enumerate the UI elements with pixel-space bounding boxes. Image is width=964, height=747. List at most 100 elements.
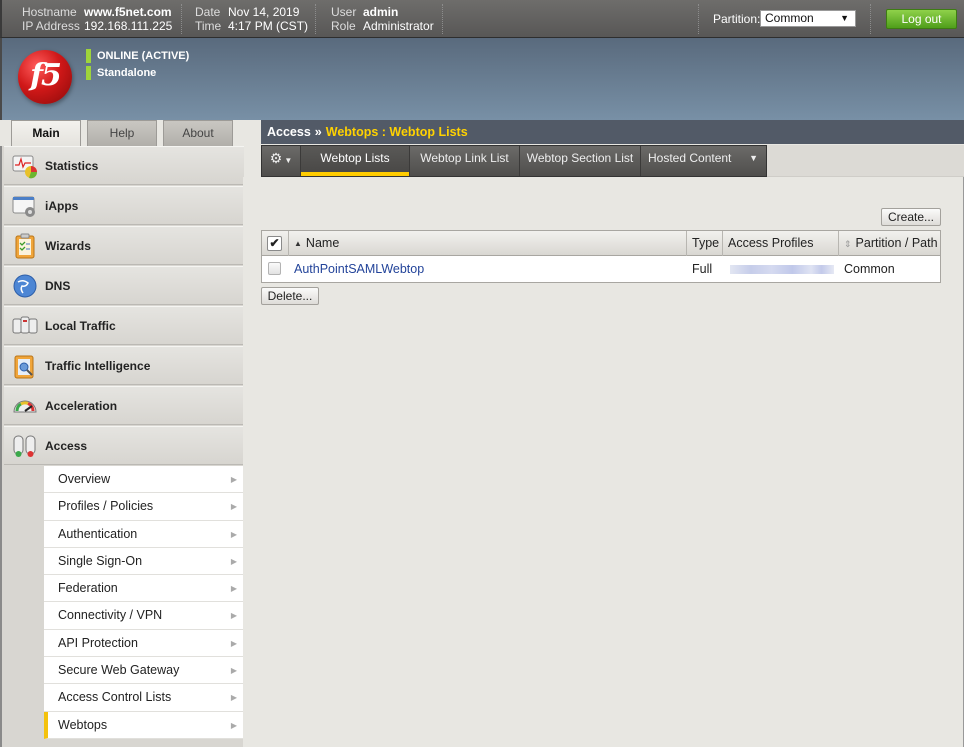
sidebar-item-label: DNS (45, 279, 71, 293)
table-header: ✔ ▲ Name Type Access Profiles ⇕ Partition … (262, 231, 940, 256)
header-banner: f5 ONLINE (ACTIVE) Standalone (0, 38, 964, 120)
row-checkbox[interactable] (268, 262, 281, 275)
subtab-hosted-content[interactable]: Hosted Content ▼ (641, 146, 766, 176)
sidebar-item-label: Local Traffic (45, 319, 116, 333)
sidebar-item-label: Access (45, 439, 88, 453)
webtop-name-link[interactable]: AuthPointSAMLWebtop (294, 262, 424, 276)
access-profiles-cell (723, 256, 839, 282)
time-value: 4:17 PM (CST) (228, 19, 309, 33)
submenu-label: Single Sign-On (58, 553, 143, 568)
subtab-label: Hosted Content (648, 151, 732, 165)
subtab-webtop-section-list[interactable]: Webtop Section List (520, 146, 641, 176)
device-status: ONLINE (ACTIVE) (86, 49, 189, 63)
access-submenu: Overview ▶ Profiles / Policies ▶ Authentic… (44, 466, 243, 739)
submenu-item-federation[interactable]: Federation ▶ (44, 575, 243, 603)
access-icon (13, 435, 36, 457)
hostname-value: www.f5net.com (84, 5, 172, 19)
sidebar-item-wizards[interactable]: Wizards (4, 226, 244, 265)
webtop-list-table: ✔ ▲ Name Type Access Profiles ⇕ Partition … (261, 230, 941, 283)
submenu-label: Access Control Lists (58, 690, 172, 705)
table-row: AuthPointSAMLWebtop Full Common (262, 256, 940, 282)
submenu-item-overview[interactable]: Overview ▶ (44, 466, 243, 494)
user-info: User admin Role Administrator (331, 5, 434, 33)
sidebar-item-iapps[interactable]: iApps (4, 186, 244, 225)
sidebar-item-label: Wizards (45, 239, 91, 253)
chevron-right-icon: ▶ (230, 556, 237, 566)
chevron-right-icon: ▶ (230, 638, 237, 648)
dropdown-arrow-icon: ▼ (840, 13, 849, 23)
breadcrumb-root[interactable]: Access (267, 125, 311, 139)
submenu-label: Webtops (58, 717, 108, 732)
wizards-icon (15, 233, 35, 259)
acceleration-gauge-icon (13, 400, 37, 413)
tab-help[interactable]: Help (87, 120, 157, 146)
time-label: Time (195, 19, 222, 33)
divider (870, 4, 871, 34)
subtab-label: Webtop Link List (420, 151, 509, 165)
submenu-label: Federation (58, 581, 118, 596)
name-cell: AuthPointSAMLWebtop (289, 256, 687, 282)
logout-button[interactable]: Log out (886, 9, 957, 29)
column-header-partition[interactable]: ⇕ Partition / Path (839, 231, 942, 256)
sort-icon: ⇕ (844, 239, 852, 249)
submenu-item-api-protection[interactable]: API Protection ▶ (44, 629, 243, 658)
chevron-right-icon: ▶ (230, 584, 237, 594)
sidebar-item-dns[interactable]: DNS (4, 266, 244, 305)
submenu-label: Authentication (58, 526, 138, 541)
partition-value: Common (765, 11, 814, 25)
ip-value: 192.168.111.225 (84, 19, 173, 33)
subtab-bar: ⚙ ▼ Webtop Lists Webtop Link List Webtop … (261, 145, 767, 177)
chevron-right-icon: ▶ (230, 611, 237, 621)
sidebar-item-local-traffic[interactable]: Local Traffic (4, 306, 244, 345)
submenu-label: Profiles / Policies (58, 499, 154, 514)
sidebar-item-statistics[interactable]: Statistics (4, 146, 244, 185)
breadcrumb-current: Webtops : Webtop Lists (325, 125, 468, 139)
select-all-cell: ✔ (262, 231, 289, 256)
submenu-item-authentication[interactable]: Authentication ▶ (44, 520, 243, 548)
select-all-checkbox[interactable]: ✔ (267, 236, 282, 251)
caret-down-icon: ▼ (749, 153, 758, 163)
settings-menu-button[interactable]: ⚙ ▼ (262, 146, 301, 176)
submenu-item-access-control-lists[interactable]: Access Control Lists ▶ (44, 684, 243, 712)
traffic-intelligence-icon (14, 355, 34, 379)
partition-select[interactable]: Common ▼ (760, 10, 856, 27)
submenu-item-profiles-policies[interactable]: Profiles / Policies ▶ (44, 493, 243, 521)
user-value: admin (363, 5, 399, 19)
hostname-label: Hostname (22, 5, 77, 19)
subtab-webtop-lists[interactable]: Webtop Lists (301, 146, 410, 176)
sidebar-item-traffic-intelligence[interactable]: Traffic Intelligence (4, 346, 244, 385)
tab-about[interactable]: About (163, 120, 233, 146)
caret-down-icon: ▼ (284, 156, 293, 165)
divider (698, 4, 699, 34)
dns-globe-icon (13, 274, 37, 298)
column-header-name[interactable]: ▲ Name (289, 231, 687, 256)
role-label: Role (331, 19, 356, 33)
submenu-item-secure-web-gateway[interactable]: Secure Web Gateway ▶ (44, 657, 243, 685)
top-info-bar: Hostname www.f5net.com IP Address 192.168.… (0, 0, 964, 38)
tab-main[interactable]: Main (11, 120, 81, 147)
delete-button[interactable]: Delete... (261, 287, 319, 305)
sort-ascending-icon: ▲ (294, 239, 302, 248)
active-tab-indicator (301, 172, 409, 176)
subtab-label: Webtop Section List (526, 151, 634, 165)
iapps-icon (12, 196, 35, 217)
chevron-right-icon: ▶ (230, 666, 237, 676)
divider (442, 4, 443, 34)
user-label: User (331, 5, 357, 19)
sidebar-item-acceleration[interactable]: Acceleration (4, 386, 244, 425)
host-info: Hostname www.f5net.com IP Address 192.168.… (22, 5, 172, 33)
submenu-item-connectivity-vpn[interactable]: Connectivity / VPN ▶ (44, 602, 243, 630)
date-label: Date (195, 5, 221, 19)
submenu-item-webtops[interactable]: Webtops ▶ (44, 711, 243, 739)
subtab-webtop-link-list[interactable]: Webtop Link List (410, 146, 520, 176)
sidebar-item-label: Traffic Intelligence (45, 359, 151, 373)
column-header-access-profiles: Access Profiles (723, 231, 839, 256)
sidebar-item-access[interactable]: Access (4, 426, 244, 465)
statistics-icon (12, 155, 38, 179)
datetime-info: Date Nov 14, 2019 Time 4:17 PM (CST) (195, 5, 308, 33)
submenu-item-single-sign-on[interactable]: Single Sign-On ▶ (44, 547, 243, 576)
divider (315, 4, 316, 34)
type-cell: Full (692, 262, 713, 276)
submenu-label: Secure Web Gateway (58, 663, 180, 678)
create-button[interactable]: Create... (881, 208, 941, 226)
